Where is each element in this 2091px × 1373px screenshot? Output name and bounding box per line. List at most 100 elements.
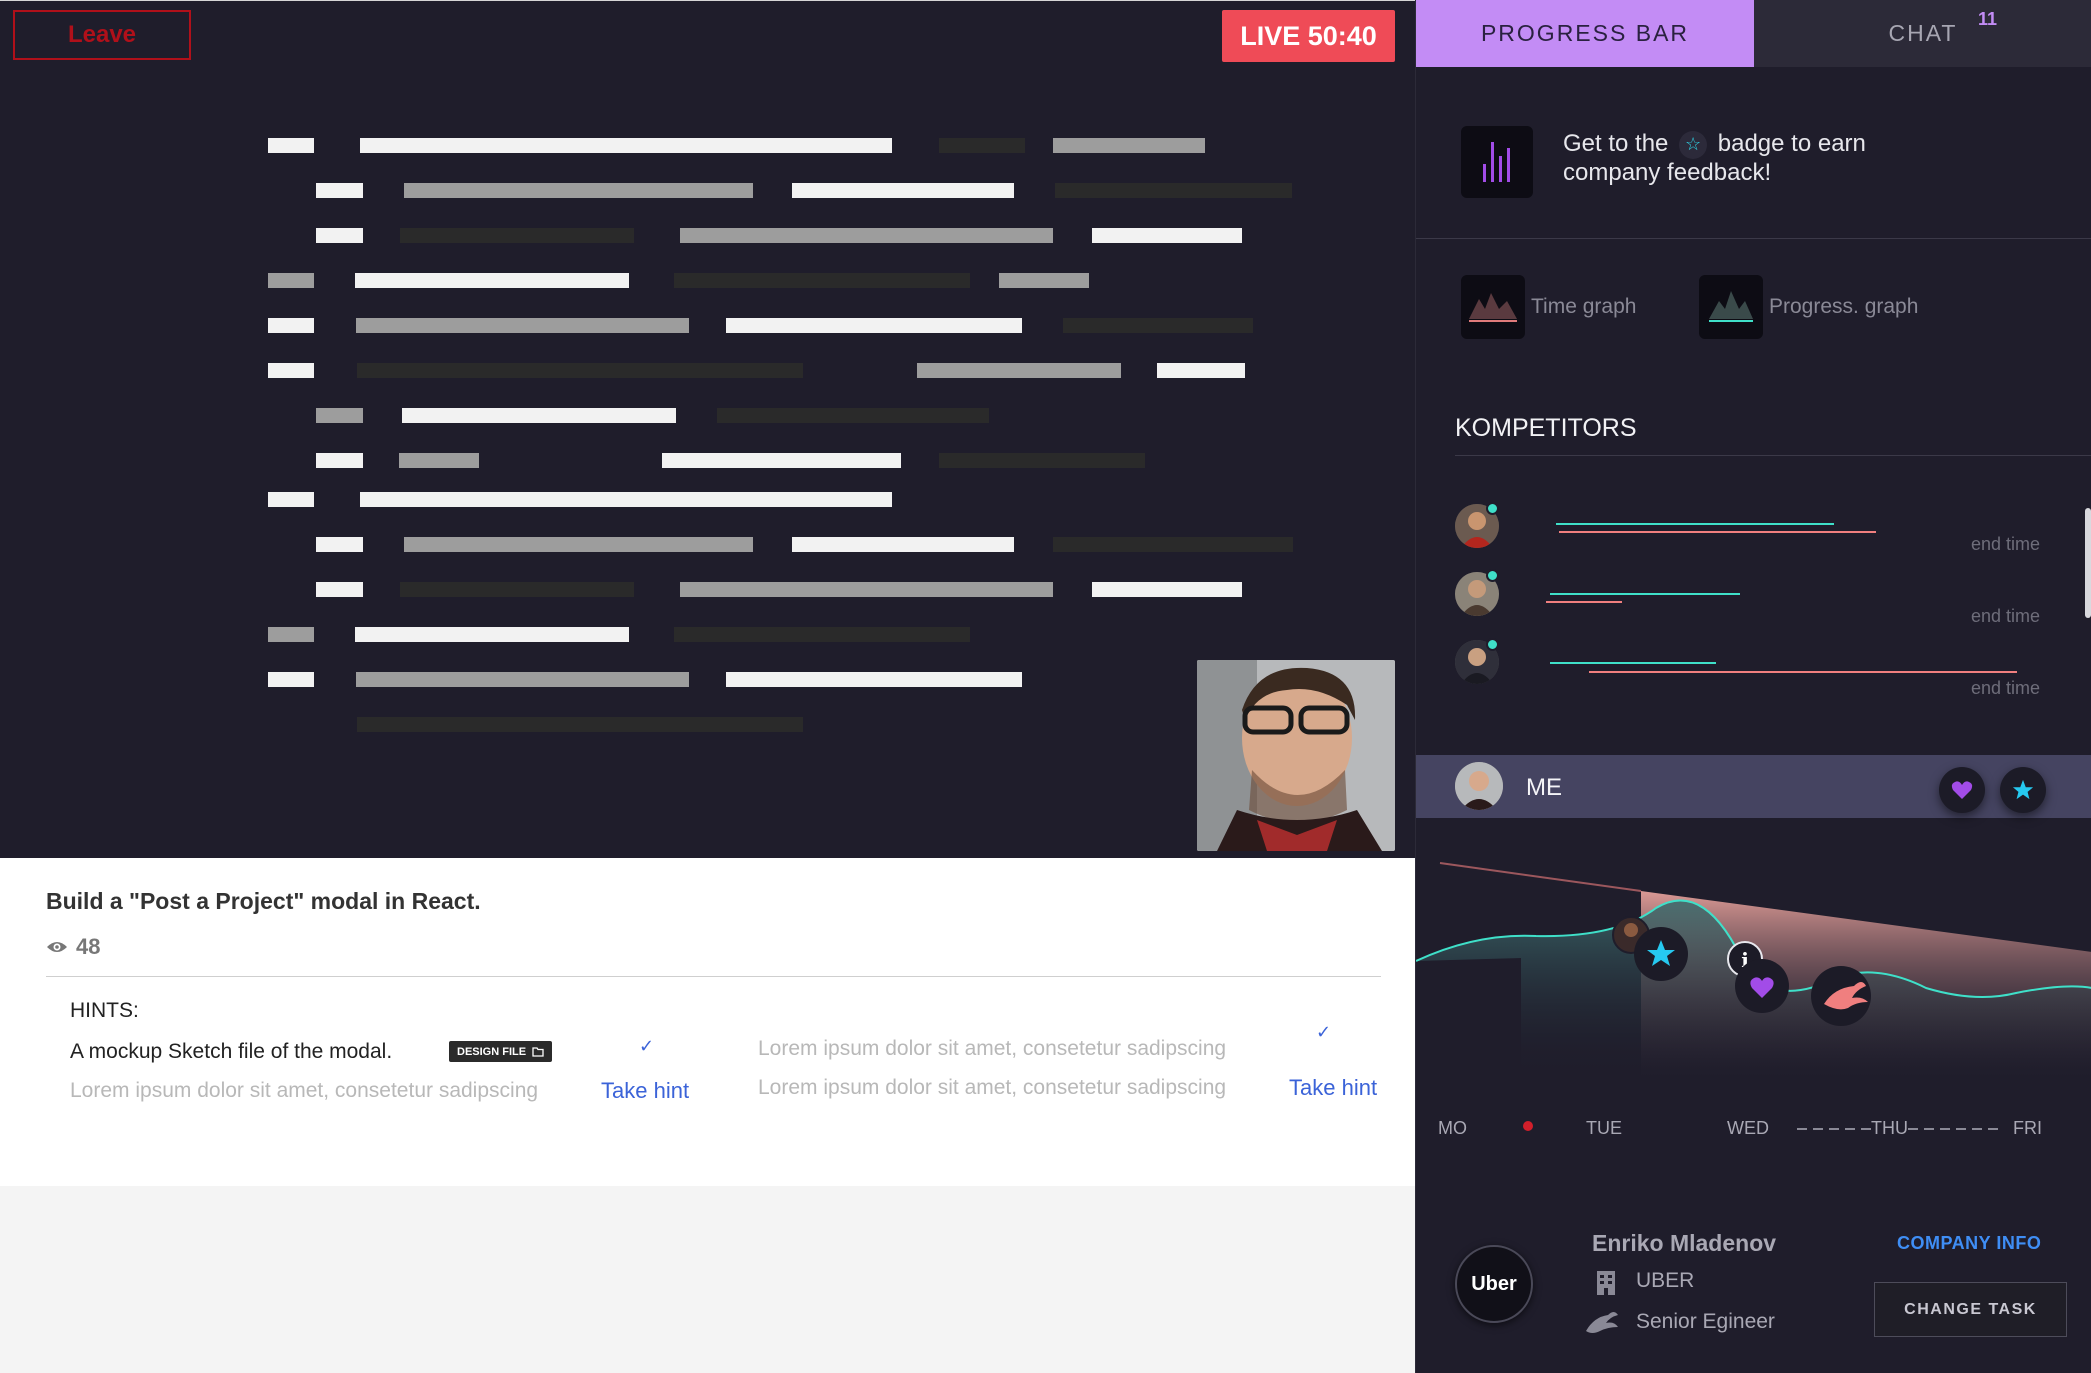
competitor-row[interactable]: end time <box>1416 500 2091 560</box>
code-token <box>726 672 1022 687</box>
check-icon: ✓ <box>1316 1022 1332 1043</box>
code-token <box>268 318 314 333</box>
code-token <box>792 183 1014 198</box>
code-token <box>717 408 989 423</box>
chat-unread-count: 11 <box>1978 9 1998 29</box>
code-token <box>1092 228 1242 243</box>
end-time-label: end time <box>1970 534 2040 554</box>
code-token <box>355 273 629 288</box>
code-token <box>316 453 363 468</box>
code-token <box>399 453 479 468</box>
folder-icon <box>532 1046 544 1057</box>
online-indicator <box>1486 569 1499 582</box>
star-icon <box>2012 779 2034 800</box>
day-label: MO <box>1438 1118 1467 1138</box>
code-token <box>1055 183 1292 198</box>
code-token <box>939 453 1145 468</box>
code-token <box>316 537 363 552</box>
candidate-name: Enriko Mladenov <box>1592 1230 1777 1256</box>
bar-chart-icon <box>1461 126 1533 198</box>
code-token <box>674 627 970 642</box>
webcam-video <box>1197 660 1395 851</box>
eye-icon <box>47 942 67 952</box>
heart-icon <box>1735 959 1789 1013</box>
scrollbar-thumb[interactable] <box>2085 508 2091 618</box>
phoenix-icon <box>1586 1312 1618 1333</box>
star-badge[interactable] <box>2000 767 2046 813</box>
hint-text-locked: Lorem ipsum dolor sit amet, consetetur s… <box>70 1079 539 1102</box>
code-token <box>1092 582 1242 597</box>
code-token <box>268 273 314 288</box>
progress-track-salmon <box>1559 531 1876 533</box>
company-info-link[interactable]: COMPANY INFO <box>1897 1233 2041 1254</box>
code-token <box>360 138 892 153</box>
tab-label: CHAT <box>1888 20 1958 46</box>
progress-graph-button[interactable]: Progress. graph <box>1699 275 1918 339</box>
progress-track-salmon <box>1589 671 2017 673</box>
end-time-label: end time <box>1970 606 2040 626</box>
progress-track-salmon <box>1546 601 1622 603</box>
code-token <box>400 228 634 243</box>
sidebar: PROGRESS BAR CHAT 11 Get to the ☆ badge … <box>1415 0 2091 1373</box>
building-icon <box>1597 1271 1615 1295</box>
progress-timeline: i <box>1416 862 2091 1078</box>
design-file-chip[interactable]: DESIGN FILE <box>449 1041 553 1062</box>
design-file-label: DESIGN FILE <box>457 1045 527 1058</box>
competitors-title: KOMPETITORS <box>1455 414 1637 442</box>
views-count: 48 <box>76 934 101 959</box>
graph-label: Progress. graph <box>1769 295 1919 318</box>
code-token <box>357 363 803 378</box>
candidate-role: Senior Egineer <box>1636 1310 1775 1333</box>
code-token <box>356 318 689 333</box>
promo-text: Get to the ☆ badge to earn company feedb… <box>1563 130 1866 186</box>
task-title: Build a "Post a Project" modal in React. <box>46 888 481 914</box>
code-token <box>268 492 314 507</box>
code-token <box>316 408 363 423</box>
area-chart-icon <box>1461 275 1525 339</box>
company-logo: Uber <box>1455 1245 1533 1323</box>
progress-track-teal <box>1550 593 1740 595</box>
code-token <box>316 228 363 243</box>
views-counter: 48 <box>46 934 100 960</box>
divider <box>1455 455 2091 456</box>
code-token <box>1157 363 1245 378</box>
code-token <box>268 627 314 642</box>
competitor-row[interactable]: end time <box>1416 569 2091 630</box>
day-label: FRI <box>2013 1118 2042 1138</box>
leave-button[interactable]: Leave <box>13 10 191 60</box>
code-token <box>268 363 314 378</box>
code-token <box>999 273 1089 288</box>
competitor-row[interactable]: end time <box>1416 638 2091 698</box>
take-hint-link[interactable]: Take hint <box>601 1078 689 1104</box>
me-label: ME <box>1526 774 1562 801</box>
avatar <box>1455 762 1503 810</box>
code-token <box>680 582 1053 597</box>
take-hint-link[interactable]: Take hint <box>1289 1075 1377 1101</box>
webcam-portrait <box>1197 660 1395 851</box>
online-indicator <box>1486 638 1499 651</box>
check-icon: ✓ <box>639 1036 655 1057</box>
time-graph-button[interactable]: Time graph <box>1461 275 1636 339</box>
online-indicator <box>1486 502 1499 515</box>
live-timer-badge: LIVE 50:40 <box>1222 10 1395 62</box>
code-token <box>404 183 753 198</box>
area-chart-icon <box>1699 275 1763 339</box>
code-token <box>360 492 892 507</box>
graph-label: Time graph <box>1531 295 1637 318</box>
task-panel: Build a "Post a Project" modal in React.… <box>0 858 1415 1186</box>
code-token <box>917 363 1121 378</box>
candidate-profile: Uber Enriko Mladenov UBER Senior Egineer… <box>1416 1186 2091 1373</box>
tab-chat[interactable]: CHAT 11 <box>1754 0 2091 67</box>
change-task-button[interactable]: CHANGE TASK <box>1874 1282 2067 1337</box>
divider <box>46 976 1381 977</box>
code-token <box>268 672 314 687</box>
code-token <box>400 582 634 597</box>
heart-badge[interactable] <box>1939 767 1985 813</box>
empty-area <box>0 1186 1415 1373</box>
candidate-company: UBER <box>1636 1269 1695 1292</box>
star-icon <box>1634 927 1688 981</box>
code-token <box>268 138 314 153</box>
code-token <box>674 273 970 288</box>
code-token <box>404 537 753 552</box>
tab-progress-bar[interactable]: PROGRESS BAR <box>1416 0 1754 67</box>
